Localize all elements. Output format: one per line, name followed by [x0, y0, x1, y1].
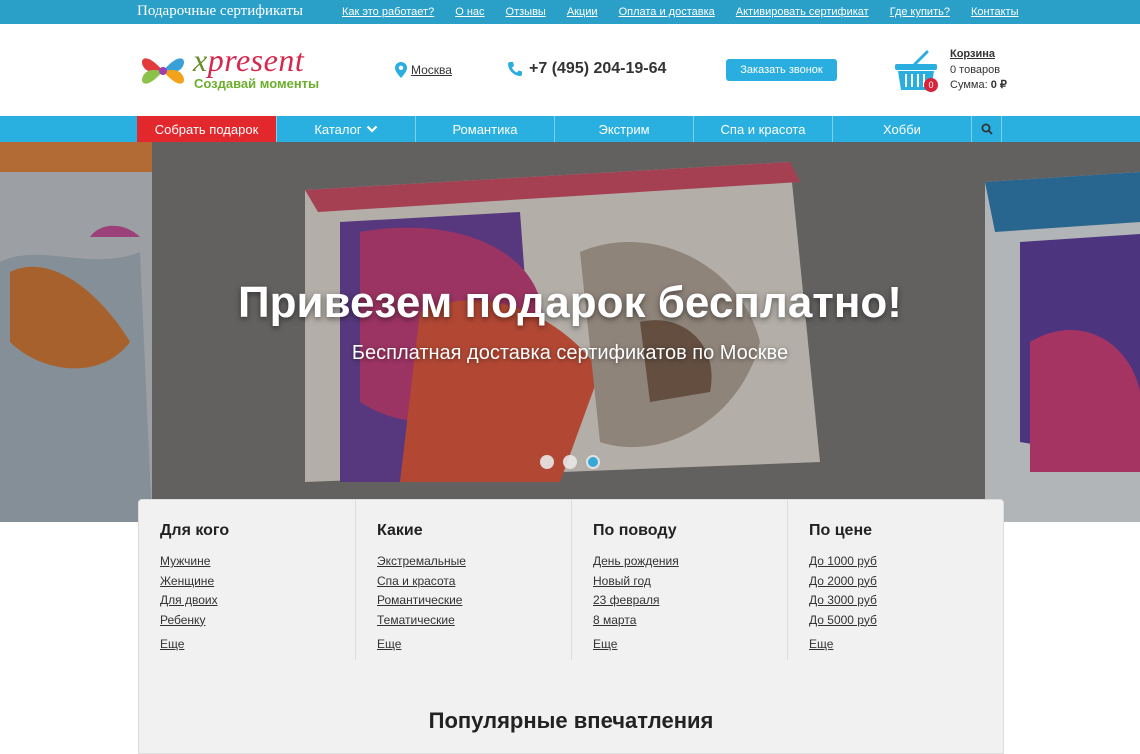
- city-link[interactable]: Москва: [411, 63, 452, 77]
- top-link-where-to-buy[interactable]: Где купить?: [890, 6, 950, 18]
- top-link-payment-delivery[interactable]: Оплата и доставка: [619, 6, 715, 18]
- filter-column-type: Какие Экстремальные Спа и красота Романт…: [355, 500, 571, 660]
- cart-count-badge: 0: [924, 78, 938, 92]
- filter-link[interactable]: Мужчине: [160, 552, 218, 572]
- popular-heading: Популярные впечатления: [428, 708, 714, 733]
- filter-heading: По цене: [809, 522, 873, 539]
- cart-widget[interactable]: 0 Корзина 0 товаров Сумма: 0 ₽: [893, 46, 1023, 98]
- order-callback-button[interactable]: Заказать звонок: [726, 59, 837, 81]
- filter-link[interactable]: 23 февраля: [593, 591, 679, 611]
- top-link-how-it-works[interactable]: Как это работает?: [342, 6, 434, 18]
- phone-icon: [508, 62, 522, 76]
- logo-wordmark-x: x: [193, 42, 208, 78]
- cart-link[interactable]: Корзина: [950, 48, 995, 60]
- slider-dots: [540, 455, 600, 469]
- city-selector[interactable]: Москва: [395, 62, 452, 78]
- top-bar-title: Подарочные сертификаты: [137, 3, 303, 19]
- filter-link[interactable]: Романтические: [377, 591, 466, 611]
- slider-dot-3[interactable]: [586, 455, 600, 469]
- filter-heading: Какие: [377, 522, 423, 539]
- header: xpresent Создавай моменты Москва +7 (495…: [0, 24, 1140, 116]
- nav-catalog[interactable]: Каталог: [277, 116, 416, 142]
- search-icon: [981, 123, 993, 135]
- filter-link[interactable]: Новый год: [593, 572, 679, 592]
- top-link-reviews[interactable]: Отзывы: [506, 6, 546, 18]
- logo[interactable]: xpresent Создавай моменты: [137, 42, 337, 100]
- filter-heading: Для кого: [160, 522, 230, 539]
- slider-dot-2[interactable]: [563, 455, 577, 469]
- filter-link[interactable]: День рождения: [593, 552, 679, 572]
- slider-dot-1[interactable]: [540, 455, 554, 469]
- cart-sum-value: 0 ₽: [990, 79, 1007, 91]
- main-nav: Собрать подарок Каталог Романтика Экстри…: [0, 116, 1140, 142]
- top-link-promos[interactable]: Акции: [567, 6, 598, 18]
- filter-link[interactable]: До 5000 руб: [809, 611, 877, 631]
- location-pin-icon: [395, 62, 407, 78]
- hero-subtitle: Бесплатная доставка сертификатов по Моск…: [351, 342, 789, 364]
- top-link-contacts[interactable]: Контакты: [971, 6, 1019, 18]
- filter-link[interactable]: Ребенку: [160, 611, 218, 631]
- nav-hobby[interactable]: Хобби: [833, 116, 972, 142]
- phone-text: +7 (495) 204-19-64: [529, 60, 667, 77]
- filter-link[interactable]: Спа и красота: [377, 572, 466, 592]
- filter-link[interactable]: Тематические: [377, 611, 466, 631]
- filter-link[interactable]: 8 марта: [593, 611, 679, 631]
- cart-sum-label: Сумма:: [950, 79, 991, 91]
- filter-column-occasion: По поводу День рождения Новый год 23 фев…: [571, 500, 787, 660]
- phone-number[interactable]: +7 (495) 204-19-64: [507, 60, 666, 78]
- filter-link[interactable]: До 2000 руб: [809, 572, 877, 592]
- top-bar-links: Как это работает? О нас Отзывы Акции Опл…: [342, 6, 1018, 18]
- filter-link[interactable]: До 1000 руб: [809, 552, 877, 572]
- top-bar: Подарочные сертификаты Как это работает?…: [0, 0, 1140, 24]
- filter-more-link[interactable]: Еще: [160, 637, 184, 651]
- nav-spa-beauty[interactable]: Спа и красота: [694, 116, 833, 142]
- chevron-down-icon: [366, 125, 377, 133]
- nav-extreme[interactable]: Экстрим: [555, 116, 694, 142]
- filter-column-price: По цене До 1000 руб До 2000 руб До 3000 …: [787, 500, 1003, 660]
- filter-link[interactable]: Для двоих: [160, 591, 218, 611]
- logo-mark-icon: [141, 58, 185, 84]
- nav-romance[interactable]: Романтика: [416, 116, 555, 142]
- filter-more-link[interactable]: Еще: [593, 637, 617, 651]
- hero-slider[interactable]: Привезем подарок бесплатно! Бесплатная д…: [0, 142, 1140, 522]
- filter-more-link[interactable]: Еще: [377, 637, 401, 651]
- logo-wordmark-rest: present: [207, 42, 305, 78]
- top-link-activate[interactable]: Активировать сертификат: [736, 6, 869, 18]
- filter-link[interactable]: Экстремальные: [377, 552, 466, 572]
- logo-tagline: Создавай моменты: [194, 76, 320, 91]
- filter-link[interactable]: До 3000 руб: [809, 591, 877, 611]
- filter-more-link[interactable]: Еще: [809, 637, 833, 651]
- nav-build-gift[interactable]: Собрать подарок: [137, 116, 277, 142]
- top-link-about[interactable]: О нас: [455, 6, 484, 18]
- filter-link[interactable]: Женщине: [160, 572, 218, 592]
- hero-title: Привезем подарок бесплатно!: [238, 278, 902, 327]
- cart-sum: Сумма: 0 ₽: [950, 78, 1007, 91]
- filter-heading: По поводу: [593, 522, 677, 539]
- gift-filter-panel: Для кого Мужчине Женщине Для двоих Ребен…: [138, 499, 1004, 754]
- logo-wordmark: xpresent: [193, 42, 304, 79]
- nav-catalog-label: Каталог: [314, 121, 362, 137]
- nav-search-button[interactable]: [972, 116, 1002, 142]
- cart-items-count: 0 товаров: [950, 64, 1001, 76]
- filter-column-for-whom: Для кого Мужчине Женщине Для двоих Ребен…: [139, 500, 355, 660]
